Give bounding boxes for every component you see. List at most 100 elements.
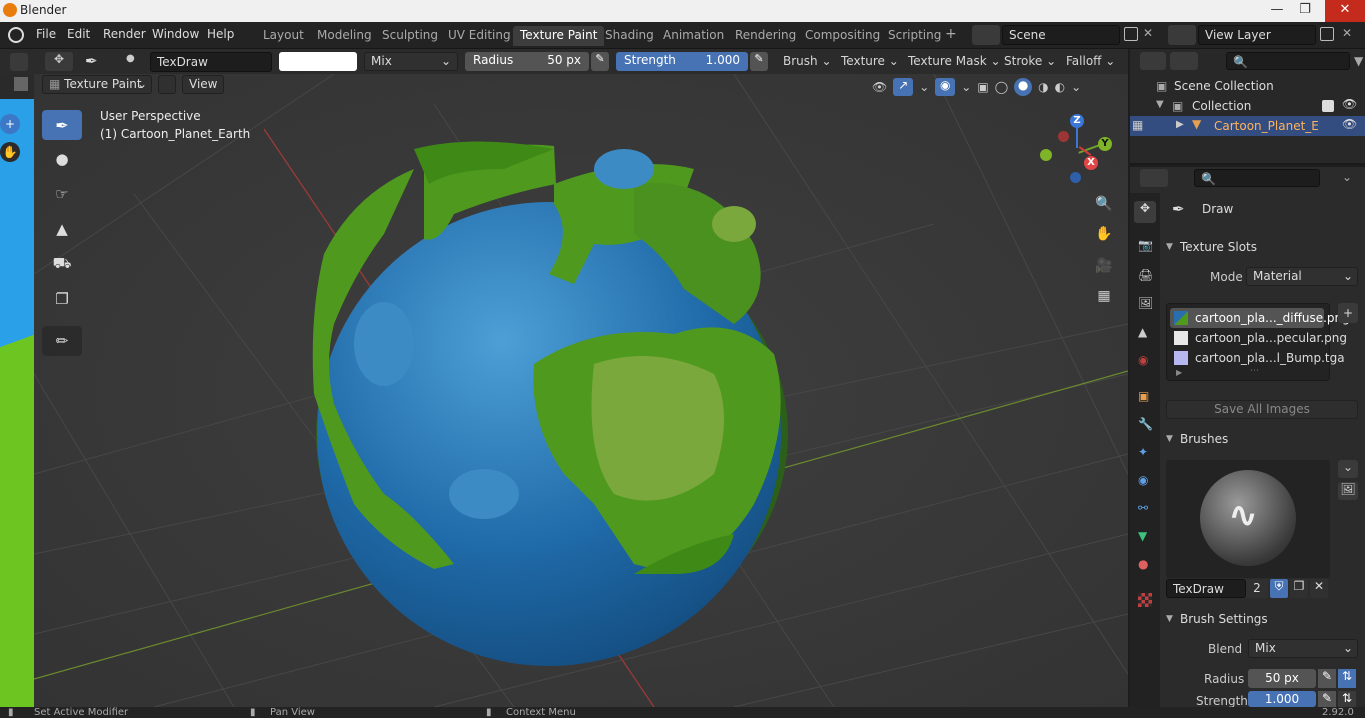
scene-selector-icon[interactable] <box>972 25 1000 45</box>
tab-modeling[interactable]: Modeling <box>310 26 379 46</box>
blender-menu-icon[interactable] <box>8 27 24 43</box>
texture-slot-1[interactable]: cartoon_pla..._diffuse.png <box>1195 311 1350 325</box>
strength-field-props[interactable]: 1.000 <box>1248 691 1316 707</box>
brush-preview-menu-icon[interactable]: ⌄ <box>1338 460 1358 478</box>
add-slot-button[interactable]: + <box>1338 303 1358 323</box>
texture-tab-icon[interactable] <box>1138 593 1152 607</box>
pan-hand-icon[interactable]: ✋ <box>1090 220 1118 248</box>
physics-tab-icon[interactable]: ◉ <box>1138 473 1148 487</box>
tab-uv-editing[interactable]: UV Editing <box>441 26 518 46</box>
strength-slider[interactable]: Strength 1.000 <box>616 52 748 71</box>
radius-pressure-icon[interactable]: ✎ <box>591 52 609 71</box>
brush-settings-collapse-icon[interactable]: ▼ <box>1166 614 1173 624</box>
texture-mask-menu[interactable]: Texture Mask ⌄ <box>908 54 1001 68</box>
gizmo-toggle-icon[interactable]: ↗ <box>893 78 914 96</box>
neg-y-dot[interactable] <box>1040 149 1052 161</box>
texture-mode-dropdown[interactable]: Material ⌄ <box>1246 267 1358 286</box>
modifier-wrench-icon[interactable]: 🔧 <box>1138 417 1153 431</box>
mask-toggle-icon[interactable] <box>158 75 176 94</box>
neg-x-dot[interactable] <box>1058 131 1069 142</box>
menu-render[interactable]: Render <box>103 27 146 41</box>
material-shading-icon[interactable]: ◑ <box>1038 80 1048 94</box>
scene-field[interactable]: Scene <box>1002 25 1120 45</box>
tab-layout[interactable]: Layout <box>256 26 311 46</box>
overlay-toggle-icon[interactable]: ◉ <box>935 78 956 96</box>
planet-earth-mesh[interactable] <box>312 141 788 667</box>
outliner-search-input[interactable]: 🔍 <box>1226 52 1350 70</box>
brush-name-field[interactable]: TexDraw <box>150 52 272 72</box>
properties-search-input[interactable]: 🔍 <box>1194 169 1320 187</box>
material-tab-icon[interactable]: ● <box>1138 557 1148 571</box>
wireframe-shading-icon[interactable]: ◯ <box>995 80 1008 94</box>
zoom-icon[interactable]: 🔍 <box>1090 190 1118 218</box>
view-menu[interactable]: View <box>182 75 225 94</box>
stroke-menu[interactable]: Stroke ⌄ <box>1004 54 1056 68</box>
output-tab-icon[interactable]: 🖨 <box>1138 268 1153 282</box>
soften-tool-button[interactable]: ● <box>42 144 82 174</box>
menu-file[interactable]: File <box>36 27 56 41</box>
smear-tool-button[interactable]: ☞ <box>42 179 82 209</box>
add-workspace-icon[interactable]: + <box>945 26 957 42</box>
solid-shading-icon[interactable]: ● <box>1014 78 1033 96</box>
brush-color-swatch[interactable] <box>279 52 357 71</box>
new-view-layer-icon[interactable] <box>1320 27 1334 41</box>
unlink-brush-icon[interactable]: ✕ <box>1310 579 1328 598</box>
tab-compositing[interactable]: Compositing <box>798 26 887 46</box>
object-expand-icon[interactable]: ▶ <box>1176 119 1184 130</box>
camera-icon[interactable]: 🎥 <box>1090 252 1118 280</box>
properties-options-icon[interactable]: ⌄ <box>1342 170 1352 184</box>
particles-tab-icon[interactable]: ✦ <box>1138 445 1148 459</box>
gizmo-menu-icon[interactable]: ⌄ <box>919 80 929 94</box>
strength-extra-icon[interactable]: ⇅ <box>1338 691 1356 707</box>
display-mode-icon[interactable] <box>1170 52 1198 70</box>
pan-hand-icon[interactable]: ✋ <box>0 142 20 162</box>
radius-unit-icon[interactable]: ⇅ <box>1338 669 1356 688</box>
tab-sculpting[interactable]: Sculpting <box>375 26 445 46</box>
new-scene-icon[interactable] <box>1124 27 1138 41</box>
overlay-menu-icon[interactable]: ⌄ <box>961 80 971 94</box>
maximize-icon[interactable]: ❐ <box>1290 0 1320 22</box>
radius-slider[interactable]: Radius 50 px <box>465 52 589 71</box>
fill-tool-button[interactable]: ⛟ <box>42 249 82 279</box>
brush-browse-icon[interactable]: ● <box>126 53 146 71</box>
texture-slot-2[interactable]: cartoon_pla...pecular.png <box>1195 331 1347 345</box>
tab-texture-paint[interactable]: Texture Paint <box>513 26 605 46</box>
list-expand-icon[interactable]: ▶ <box>1176 368 1182 377</box>
blend-dropdown[interactable]: Mix ⌄ <box>1248 639 1358 658</box>
texture-slots-title[interactable]: Texture Slots <box>1180 240 1257 254</box>
transform-icon[interactable]: ✥ <box>45 52 73 71</box>
zoom-plus-icon[interactable]: + <box>0 114 20 134</box>
blend-mode-dropdown[interactable]: Mix ⌄ <box>364 52 458 71</box>
tab-rendering[interactable]: Rendering <box>728 26 803 46</box>
minimize-icon[interactable]: — <box>1262 0 1292 22</box>
texture-slots-collapse-icon[interactable]: ▼ <box>1166 242 1173 252</box>
tab-animation[interactable]: Animation <box>656 26 731 46</box>
radius-pressure-icon-props[interactable]: ✎ <box>1318 669 1336 688</box>
view-layer-field[interactable]: View Layer <box>1198 25 1316 45</box>
brushes-title[interactable]: Brushes <box>1180 432 1228 446</box>
rendered-shading-icon[interactable]: ◐ <box>1055 80 1065 94</box>
scene-collection-label[interactable]: Scene Collection <box>1174 79 1274 93</box>
save-all-images-button[interactable]: Save All Images <box>1166 400 1358 419</box>
delete-view-layer-icon[interactable]: ✕ <box>1342 26 1352 40</box>
brushes-collapse-icon[interactable]: ▼ <box>1166 434 1173 444</box>
delete-scene-icon[interactable]: ✕ <box>1143 26 1153 40</box>
scene-tab-icon[interactable]: ▲ <box>1138 325 1147 339</box>
brush-name-field-props[interactable]: TexDraw <box>1166 579 1246 598</box>
texture-slot-3[interactable]: cartoon_pla...l_Bump.tga <box>1195 351 1345 365</box>
menu-edit[interactable]: Edit <box>67 27 90 41</box>
close-icon[interactable]: ✕ <box>1325 0 1365 22</box>
menu-window[interactable]: Window <box>152 27 199 41</box>
data-tab-icon[interactable]: ▼ <box>1138 529 1147 543</box>
brush-menu[interactable]: Brush ⌄ <box>783 54 832 68</box>
properties-editor-type-icon[interactable] <box>1140 169 1168 187</box>
clone-tool-button[interactable]: ▲ <box>42 214 82 244</box>
mode-dropdown[interactable]: ▦ Texture Paint ⌄ <box>42 75 152 94</box>
render-tab-icon[interactable]: 📷 <box>1138 238 1153 252</box>
constraints-tab-icon[interactable]: ⚯ <box>1138 501 1148 515</box>
falloff-menu[interactable]: Falloff ⌄ <box>1066 54 1115 68</box>
radius-field-props[interactable]: 50 px <box>1248 669 1316 688</box>
collection-visibility-icon[interactable]: 👁 <box>1342 97 1357 111</box>
menu-help[interactable]: Help <box>207 27 234 41</box>
mask-tool-button[interactable]: ❐ <box>42 284 82 314</box>
